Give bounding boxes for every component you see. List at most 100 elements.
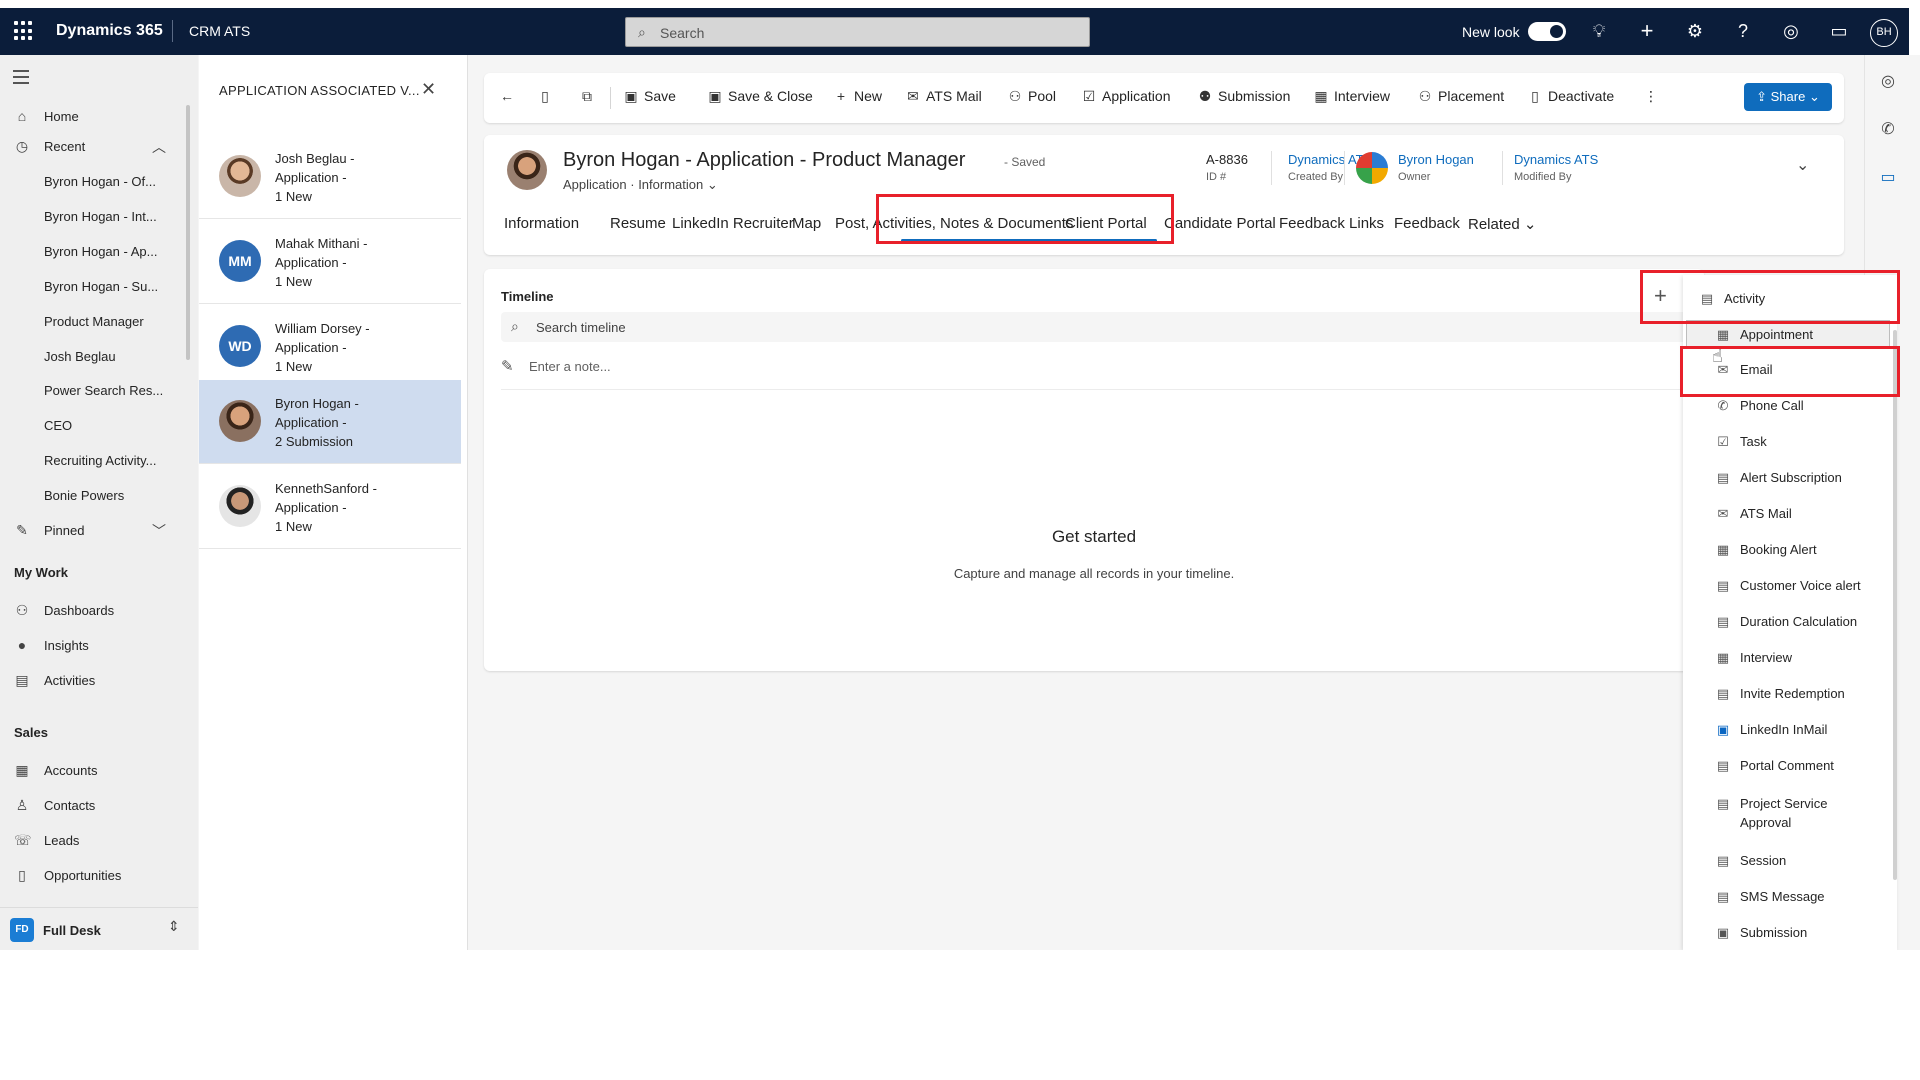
chevron-down-icon[interactable]: ﹀ xyxy=(152,521,166,541)
chat-icon[interactable]: ▭ xyxy=(1879,167,1897,187)
tab-resume[interactable]: Resume xyxy=(610,215,666,232)
list-item-selected[interactable]: Byron Hogan - Application - 2 Submission xyxy=(199,380,461,464)
menu-item-project-service-approval[interactable]: ▤ Project Service Approval xyxy=(1715,794,1828,832)
header-field-owner: Byron Hogan Owner xyxy=(1398,152,1474,183)
recent-item[interactable]: Power Search Res... xyxy=(0,375,190,405)
menu-item-appointment[interactable]: ▦ Appointment xyxy=(1715,327,1813,343)
hamburger-icon[interactable] xyxy=(13,70,29,88)
recent-item[interactable]: Byron Hogan - Of... xyxy=(0,166,190,196)
sidebar-item-dashboards[interactable]: ⚇ Dashboards xyxy=(0,595,190,625)
page-title: Byron Hogan - Application - Product Mana… xyxy=(563,149,966,171)
menu-item-portal-comment[interactable]: ▤ Portal Comment xyxy=(1715,758,1834,774)
sidebar-item-pinned[interactable]: ✎ Pinned ﹀ xyxy=(0,515,190,545)
share-button[interactable]: ⇪ Share ⌄ xyxy=(1744,83,1832,111)
list-item-text: Mahak Mithani - Application - 1 New xyxy=(275,236,368,289)
menu-item-interview[interactable]: ▦ Interview xyxy=(1715,650,1792,666)
recent-item[interactable]: Josh Beglau xyxy=(0,341,190,371)
list-item[interactable]: WD William Dorsey - Application - 1 New xyxy=(199,305,461,389)
sidebar-item-accounts[interactable]: ▦ Accounts xyxy=(0,755,190,785)
close-icon[interactable]: ✕ xyxy=(421,79,436,100)
tab-information[interactable]: Information xyxy=(504,215,579,232)
global-search-input[interactable]: ⌕ Search xyxy=(625,17,1090,47)
list-item[interactable]: Josh Beglau - Application - 1 New xyxy=(199,135,461,219)
recent-item[interactable]: CEO xyxy=(0,410,190,440)
submission-button[interactable]: ⚉ Submission xyxy=(1196,88,1291,105)
save-button[interactable]: ▣ Save xyxy=(622,88,676,105)
list-item[interactable]: MM Mahak Mithani - Application - 1 New xyxy=(199,220,461,304)
recent-item[interactable]: Byron Hogan - Ap... xyxy=(0,236,190,266)
menu-item-booking-alert[interactable]: ▦ Booking Alert xyxy=(1715,542,1817,558)
add-timeline-item-icon[interactable]: + xyxy=(1654,283,1667,309)
menu-item-session[interactable]: ▤ Session xyxy=(1715,853,1786,869)
deactivate-button[interactable]: ▯ Deactivate xyxy=(1526,88,1614,105)
more-commands-icon[interactable]: ⋮ xyxy=(1644,88,1658,105)
menu-item-phone-call[interactable]: ✆ Phone Call xyxy=(1715,398,1804,414)
menu-item-duration-calculation[interactable]: ▤ Duration Calculation xyxy=(1715,614,1857,630)
menu-item-task[interactable]: ☑ Task xyxy=(1715,434,1767,450)
menu-scrollbar[interactable] xyxy=(1893,330,1897,880)
placement-button[interactable]: ⚇ Placement xyxy=(1416,88,1504,105)
tab-client-portal[interactable]: Client Portal xyxy=(1065,215,1147,232)
menu-item-email[interactable]: ✉ Email xyxy=(1715,362,1773,378)
sidebar-item-insights[interactable]: ● Insights xyxy=(0,630,190,660)
note-input[interactable]: ✎ Enter a note... xyxy=(501,357,611,375)
sidebar-item-home[interactable]: ⌂ Home xyxy=(0,101,190,131)
menu-item-linkedin-inmail[interactable]: ▣ LinkedIn InMail xyxy=(1715,722,1828,738)
chevron-down-icon[interactable]: ⌄ xyxy=(1796,155,1809,175)
tab-map[interactable]: Map xyxy=(792,215,821,232)
command-divider xyxy=(610,87,611,109)
back-button[interactable]: ← xyxy=(498,88,520,104)
menu-item-customer-voice-alert[interactable]: ▤ Customer Voice alert xyxy=(1715,578,1861,594)
user-avatar[interactable]: BH xyxy=(1870,19,1898,47)
interview-button[interactable]: ▦ Interview xyxy=(1312,88,1390,105)
sidebar-item-leads[interactable]: ☏ Leads xyxy=(0,825,190,855)
menu-item-alert-subscription[interactable]: ▤ Alert Subscription xyxy=(1715,470,1842,486)
recent-item[interactable]: Bonie Powers xyxy=(0,480,190,510)
timeline-search-input[interactable]: ⌕ Search timeline xyxy=(501,312,1691,342)
tab-candidate-portal[interactable]: Candidate Portal xyxy=(1164,215,1276,232)
plus-icon[interactable]: + xyxy=(1634,18,1660,44)
app-launcher-icon[interactable] xyxy=(14,21,34,41)
brand-name[interactable]: Dynamics 365 xyxy=(56,22,163,40)
copilot-icon[interactable]: ◎ xyxy=(1778,18,1804,44)
area-switcher[interactable]: FD Full Desk ⇕ xyxy=(0,907,198,950)
menu-item-submission[interactable]: ▣ Submission xyxy=(1715,925,1807,941)
tab-post-activities-notes-documents[interactable]: Post, Activities, Notes & Documents xyxy=(835,215,1073,232)
chat-icon[interactable]: ▭ xyxy=(1826,18,1852,44)
tab-related[interactable]: Related ⌄ xyxy=(1468,215,1536,233)
new-look-toggle[interactable] xyxy=(1528,22,1566,41)
sidebar-item-recent[interactable]: ◷ Recent ︿ xyxy=(0,131,190,161)
sidebar-item-opportunities[interactable]: ▯ Opportunities xyxy=(0,860,190,890)
recent-item[interactable]: Recruiting Activity... xyxy=(0,445,190,475)
chevron-down-icon[interactable]: ⌄ xyxy=(707,177,718,192)
gear-icon[interactable]: ⚙ xyxy=(1682,18,1708,44)
copilot-rail-icon[interactable]: ◎ xyxy=(1879,71,1897,91)
menu-item-sms-message[interactable]: ▤ SMS Message xyxy=(1715,889,1825,905)
app-name[interactable]: CRM ATS xyxy=(189,23,250,39)
tab-linkedin-recruiter[interactable]: LinkedIn Recruiter xyxy=(672,215,794,232)
help-icon[interactable]: ? xyxy=(1730,18,1756,44)
open-new-window-button[interactable]: ⧉ xyxy=(578,88,600,105)
tab-feedback[interactable]: Feedback xyxy=(1394,215,1460,232)
recent-item[interactable]: Byron Hogan - Int... xyxy=(0,201,190,231)
list-item[interactable]: KennethSanford - Application - 1 New xyxy=(199,465,461,549)
sidebar-item-activities[interactable]: ▤ Activities xyxy=(0,665,190,695)
recent-item[interactable]: Byron Hogan - Su... xyxy=(0,271,190,301)
people-icon: ⚇ xyxy=(1008,88,1022,104)
recent-item[interactable]: Product Manager xyxy=(0,306,190,336)
pool-button[interactable]: ⚇ Pool xyxy=(1006,88,1056,105)
menu-item-ats-mail[interactable]: ✉ ATS Mail xyxy=(1715,506,1792,522)
form-view-button[interactable]: ▯ xyxy=(536,88,558,105)
save-close-button[interactable]: ▣ Save & Close xyxy=(706,88,812,105)
phone-icon[interactable]: ✆ xyxy=(1879,119,1897,139)
menu-item-invite-redemption[interactable]: ▤ Invite Redemption xyxy=(1715,686,1845,702)
lightbulb-icon[interactable]: 💡︎ xyxy=(1586,18,1612,44)
ats-mail-button[interactable]: ✉ ATS Mail xyxy=(904,88,982,105)
sidebar-item-contacts[interactable]: ♙ Contacts xyxy=(0,790,190,820)
form-selector[interactable]: Information xyxy=(638,177,703,192)
sidebar-scrollbar[interactable] xyxy=(186,105,190,360)
new-button[interactable]: + New xyxy=(832,88,882,104)
tab-feedback-links[interactable]: Feedback Links xyxy=(1279,215,1384,232)
application-button[interactable]: ☑ Application xyxy=(1080,88,1171,105)
chevron-up-icon[interactable]: ︿ xyxy=(152,137,166,157)
